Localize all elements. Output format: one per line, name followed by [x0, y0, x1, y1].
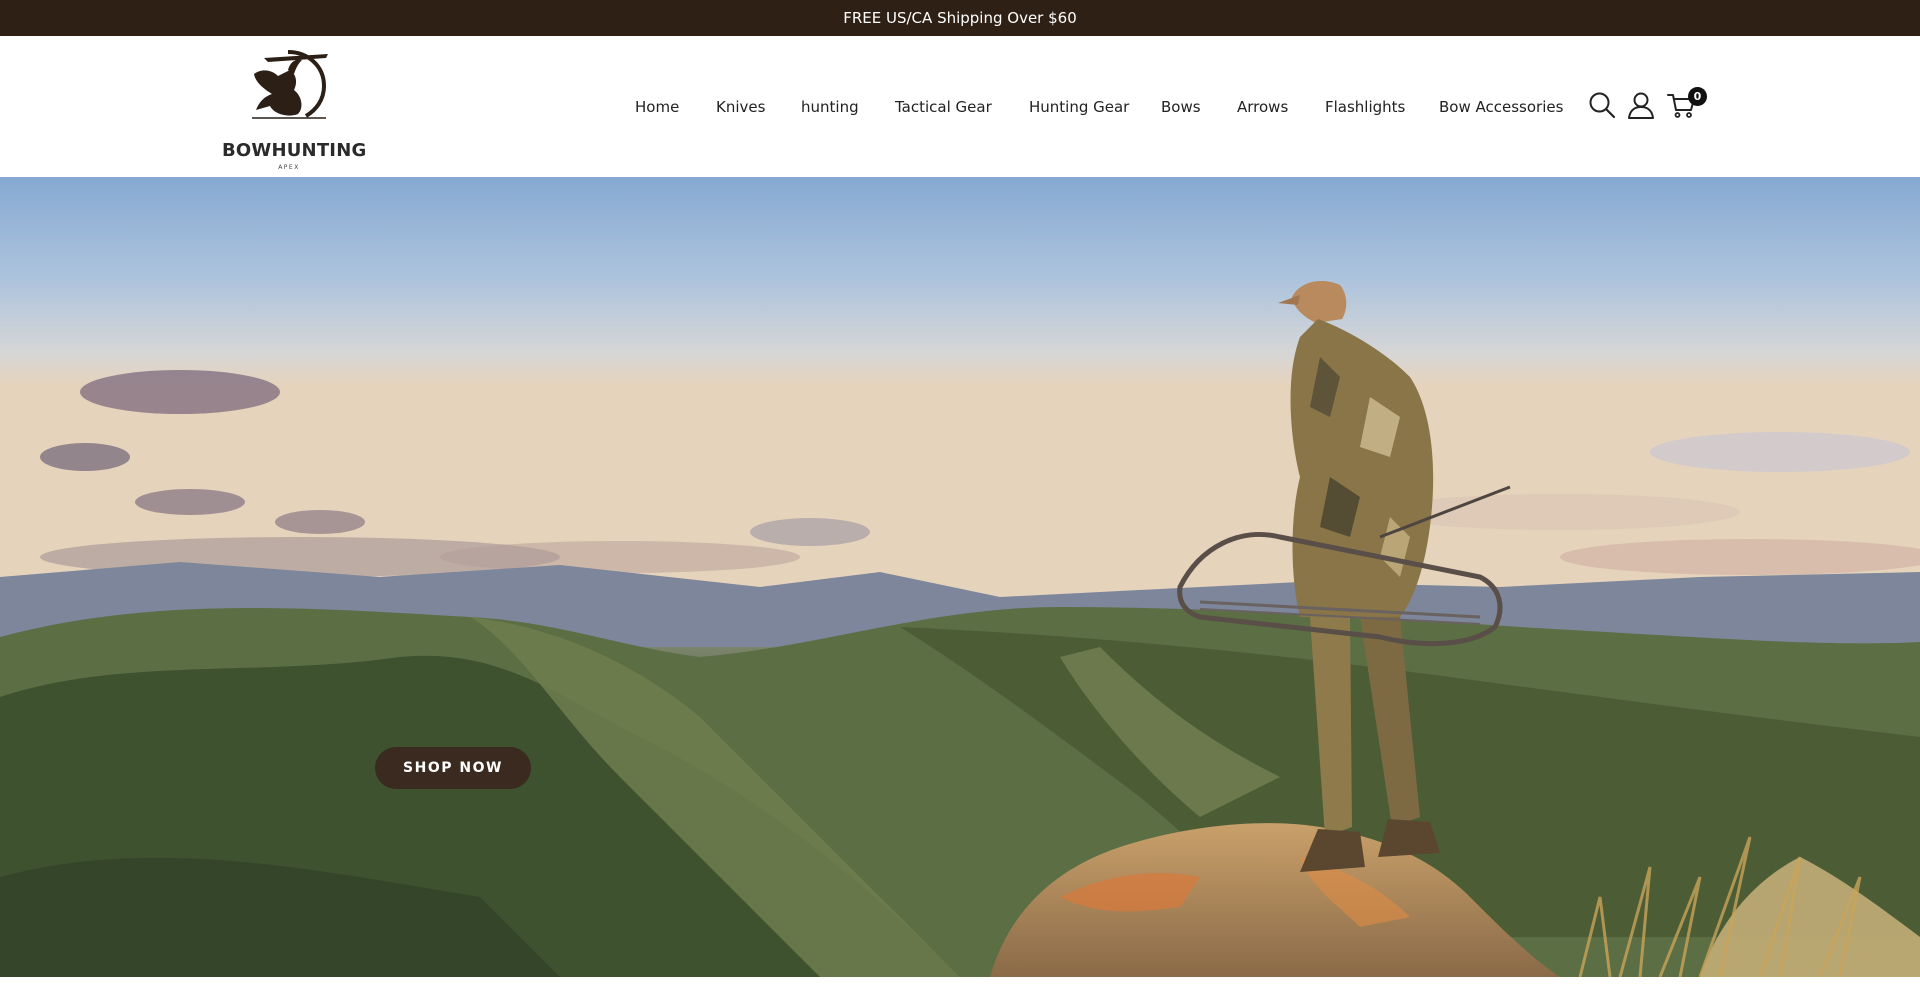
- nav-item-bow-accessories[interactable]: Bow Accessories: [1439, 96, 1563, 118]
- hero-image: [0, 177, 1920, 977]
- nav-item-home[interactable]: Home: [635, 96, 679, 118]
- cart-count-badge: 0: [1688, 87, 1707, 106]
- nav-item-tactical-gear[interactable]: Tactical Gear: [895, 96, 992, 118]
- nav-item-bows[interactable]: Bows: [1161, 96, 1201, 118]
- shop-now-button[interactable]: SHOP NOW: [375, 747, 531, 789]
- nav-item-hunting-gear[interactable]: Hunting Gear: [1029, 96, 1129, 118]
- nav-item-flashlights[interactable]: Flashlights: [1325, 96, 1405, 118]
- nav-item-hunting[interactable]: hunting: [801, 96, 859, 118]
- announcement-text: FREE US/CA Shipping Over $60: [843, 9, 1077, 27]
- user-icon[interactable]: [1626, 90, 1656, 120]
- hero-banner: SHOP NOW: [0, 177, 1920, 977]
- nav-item-knives[interactable]: Knives: [716, 96, 765, 118]
- page-bottom-edge: [0, 977, 1920, 993]
- site-header: BOWHUNTING APEX Home Knives hunting Tact…: [0, 36, 1920, 177]
- announcement-bar: FREE US/CA Shipping Over $60: [0, 0, 1920, 36]
- nav-item-arrows[interactable]: Arrows: [1237, 96, 1288, 118]
- search-icon[interactable]: [1587, 90, 1617, 120]
